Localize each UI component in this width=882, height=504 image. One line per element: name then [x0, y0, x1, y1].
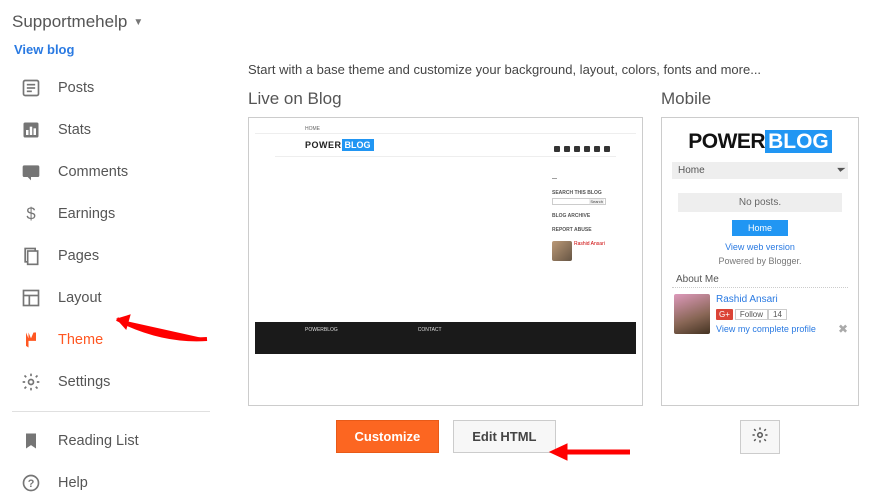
help-icon: ?	[20, 472, 42, 494]
nav-label: Pages	[58, 248, 99, 264]
gear-icon	[751, 426, 769, 449]
chevron-down-icon: ▼	[133, 17, 143, 28]
edit-html-button[interactable]: Edit HTML	[453, 420, 555, 453]
nav-label: Settings	[58, 374, 110, 390]
dp-footer: POWERBLOG CONTACT	[255, 322, 636, 354]
pages-icon	[20, 245, 42, 267]
nav-label: Comments	[58, 164, 128, 180]
nav-stats[interactable]: Stats	[12, 109, 210, 151]
view-blog-link[interactable]: View blog	[12, 38, 74, 67]
comments-icon	[20, 161, 42, 183]
intro-text: Start with a base theme and customize yo…	[248, 62, 868, 77]
nav-divider	[12, 411, 210, 412]
nav-label: Stats	[58, 122, 91, 138]
nav-label: Reading List	[58, 433, 139, 449]
dp-topnav: HOME	[255, 124, 636, 134]
nav-label: Theme	[58, 332, 103, 348]
nav-posts[interactable]: Posts	[12, 67, 210, 109]
mp-powered: Powered by Blogger.	[668, 256, 852, 266]
live-on-blog-heading: Live on Blog	[248, 89, 643, 109]
desktop-buttons: Customize Edit HTML	[248, 420, 643, 453]
nav-list: Posts Stats Comments $ Earnings Pages La…	[12, 67, 210, 403]
avatar	[674, 294, 710, 334]
customize-button[interactable]: Customize	[336, 420, 440, 453]
desktop-column: Live on Blog HOME POWERBLOG — SEARCH THI…	[248, 89, 643, 454]
settings-icon	[20, 371, 42, 393]
nav-earnings[interactable]: $ Earnings	[12, 193, 210, 235]
reading-list-icon	[20, 430, 42, 452]
nav-label: Earnings	[58, 206, 115, 222]
blog-name: Supportmehelp	[12, 12, 127, 32]
mp-logo: POWERBLOG	[668, 124, 852, 162]
gplus-icon: G+	[716, 309, 733, 320]
avatar	[552, 241, 572, 261]
nav-label: Layout	[58, 290, 102, 306]
mobile-column: Mobile POWERBLOG Home⏷ No posts. Home Vi…	[661, 89, 859, 454]
posts-icon	[20, 77, 42, 99]
nav-theme[interactable]: Theme	[12, 319, 210, 361]
nav-pages[interactable]: Pages	[12, 235, 210, 277]
svg-text:?: ?	[28, 478, 35, 490]
nav-settings[interactable]: Settings	[12, 361, 210, 403]
mobile-preview[interactable]: POWERBLOG Home⏷ No posts. Home View web …	[661, 117, 859, 406]
mp-about-me: About Me	[672, 274, 848, 288]
mp-complete-profile: View my complete profile	[716, 324, 816, 334]
nav-layout[interactable]: Layout	[12, 277, 210, 319]
blog-selector[interactable]: Supportmehelp ▼	[12, 8, 210, 38]
nav-label: Help	[58, 475, 88, 491]
mp-view-web: View web version	[668, 242, 852, 252]
nav-label: Posts	[58, 80, 94, 96]
layout-icon	[20, 287, 42, 309]
mp-no-posts: No posts.	[678, 193, 842, 212]
desktop-preview[interactable]: HOME POWERBLOG — SEARCH THIS BLOG BLOG A…	[248, 117, 643, 406]
sidebar: Supportmehelp ▼ View blog Posts Stats Co…	[0, 0, 210, 504]
dp-sidebar: — SEARCH THIS BLOG BLOG ARCHIVE REPORT A…	[552, 176, 612, 269]
mp-profile: Rashid Ansari G+Follow14 View my complet…	[668, 288, 852, 340]
mobile-settings-button[interactable]	[740, 420, 780, 454]
earnings-icon: $	[20, 203, 42, 225]
svg-text:$: $	[26, 204, 35, 223]
mp-home-button: Home	[732, 220, 788, 236]
nav-comments[interactable]: Comments	[12, 151, 210, 193]
nav-list-secondary: Reading List ? Help	[12, 420, 210, 504]
wrench-icon: ✖	[838, 322, 848, 336]
mp-profile-name: Rashid Ansari	[716, 294, 816, 305]
dp-social-icons	[554, 146, 610, 152]
mobile-heading: Mobile	[661, 89, 859, 109]
main-content: Start with a base theme and customize yo…	[248, 62, 868, 454]
mp-home-bar: Home⏷	[672, 162, 848, 179]
stats-icon	[20, 119, 42, 141]
theme-icon	[20, 329, 42, 351]
nav-reading-list[interactable]: Reading List	[12, 420, 210, 462]
nav-help[interactable]: ? Help	[12, 462, 210, 504]
